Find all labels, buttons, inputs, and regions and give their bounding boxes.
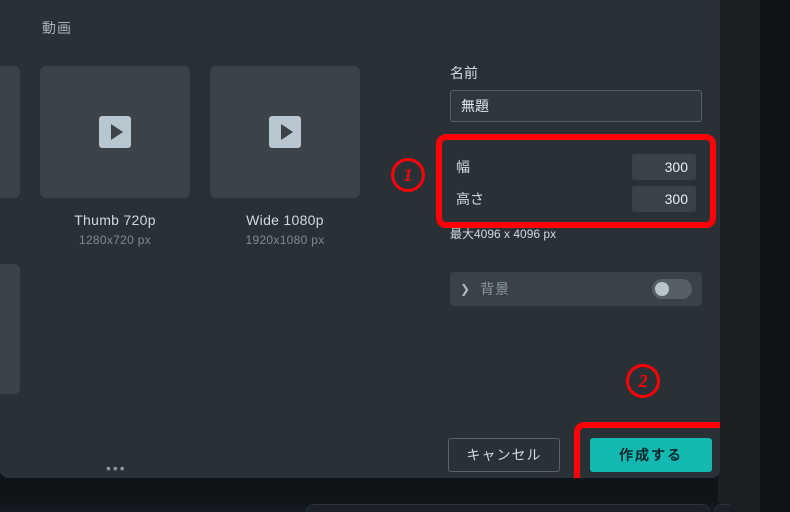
dialog-footer: キャンセル 作成する <box>448 422 720 478</box>
bottom-pill-right <box>714 504 730 512</box>
width-label: 幅 <box>456 157 470 177</box>
template-preview <box>40 66 190 198</box>
annotation-step-2: 2 <box>626 364 660 398</box>
template-card-clipped[interactable] <box>0 66 20 247</box>
template-dimensions: 1280x720 px <box>79 233 151 247</box>
app-background: 動画 Thumb 720p 1280x720 px <box>0 0 790 512</box>
template-title: Wide 1080p <box>246 212 324 228</box>
height-label: 高さ <box>456 189 484 209</box>
create-button[interactable]: 作成する <box>590 438 712 472</box>
width-row: 幅 <box>456 154 696 180</box>
right-panel-strip <box>718 0 760 512</box>
annotation-step-1: 1 <box>391 158 425 192</box>
template-card-wide1080p[interactable]: Wide 1080p 1920x1080 px <box>210 66 360 247</box>
section-label-video: 動画 <box>42 18 72 38</box>
template-preview-clipped[interactable] <box>0 264 20 394</box>
play-icon <box>99 116 131 148</box>
new-video-dialog: 動画 Thumb 720p 1280x720 px <box>0 0 720 478</box>
template-dimensions: 1920x1080 px <box>246 233 325 247</box>
bottom-pill <box>306 504 710 512</box>
height-input[interactable] <box>632 186 696 212</box>
name-field-group: 名前 <box>450 63 702 122</box>
template-row: Thumb 720p 1280x720 px Wide 1080p 1920x1… <box>0 66 360 247</box>
name-input[interactable] <box>450 90 702 122</box>
height-row: 高さ <box>456 186 696 212</box>
template-title: Thumb 720p <box>74 212 156 228</box>
name-label: 名前 <box>450 63 702 83</box>
max-size-note: 最大4096 x 4096 px <box>450 225 556 242</box>
background-expander[interactable]: ❯ 背景 <box>450 272 702 306</box>
width-input[interactable] <box>632 154 696 180</box>
dimensions-group-highlight: 幅 高さ <box>436 134 716 228</box>
template-row-2 <box>0 264 20 394</box>
template-preview <box>210 66 360 198</box>
more-dots[interactable]: ••• <box>106 460 127 476</box>
background-label: 背景 <box>480 279 642 299</box>
template-preview <box>0 66 20 198</box>
chevron-right-icon: ❯ <box>460 282 470 296</box>
cancel-button[interactable]: キャンセル <box>448 438 560 472</box>
template-card-thumb720p[interactable]: Thumb 720p 1280x720 px <box>40 66 190 247</box>
create-button-highlight: 作成する <box>574 422 720 478</box>
background-toggle[interactable] <box>652 279 692 299</box>
play-icon <box>269 116 301 148</box>
